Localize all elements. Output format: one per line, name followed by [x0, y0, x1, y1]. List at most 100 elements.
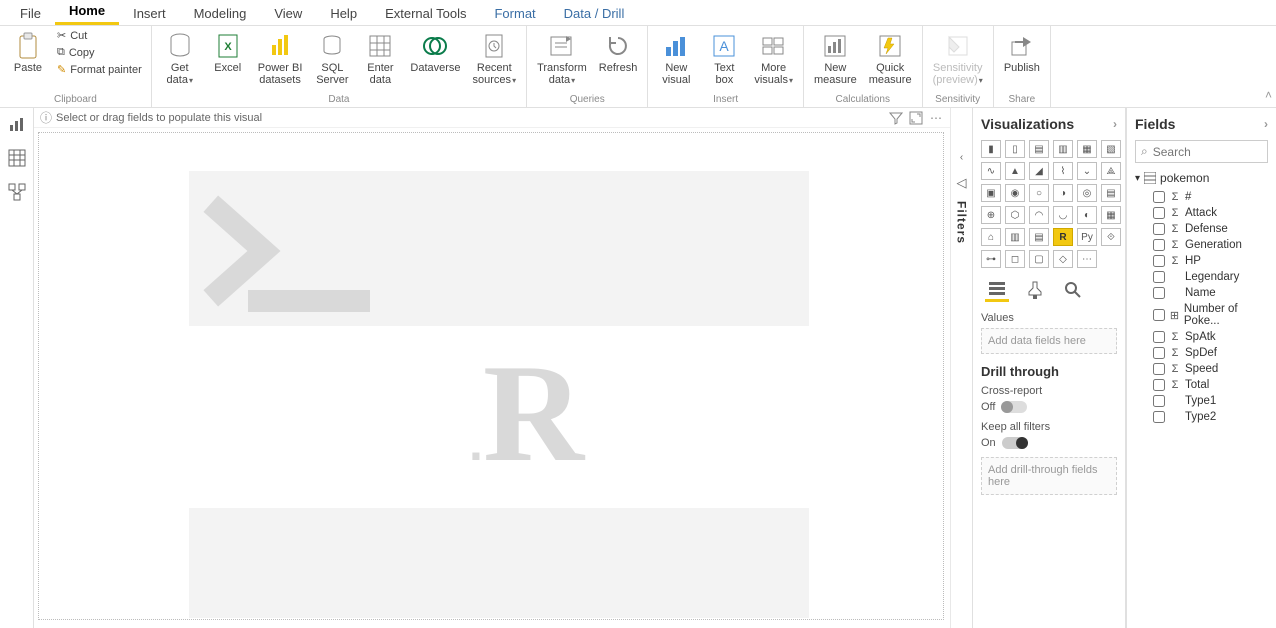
field-name[interactable]: Name	[1135, 285, 1268, 301]
field-checkbox[interactable]	[1153, 379, 1165, 391]
tab-modeling[interactable]: Modeling	[180, 2, 261, 25]
viz-type-27[interactable]: R	[1053, 228, 1073, 246]
viz-type-2[interactable]: ▤	[1029, 140, 1049, 158]
viz-type-28[interactable]: Py	[1077, 228, 1097, 246]
collapse-fields-icon[interactable]: ›	[1264, 117, 1268, 131]
field-generation[interactable]: ΣGeneration	[1135, 237, 1268, 253]
fields-search[interactable]: ⌕	[1135, 140, 1268, 163]
field-numberofpoke[interactable]: ⊞Number of Poke...	[1135, 301, 1268, 329]
fields-tab-icon[interactable]	[985, 278, 1009, 302]
more-visuals-button[interactable]: More visuals▾	[750, 28, 797, 89]
viz-type-21[interactable]: ◡	[1053, 206, 1073, 224]
data-view-icon[interactable]	[7, 148, 27, 168]
focus-mode-icon[interactable]	[908, 110, 924, 126]
quick-measure-button[interactable]: Quick measure	[865, 28, 916, 88]
report-view-icon[interactable]	[7, 114, 27, 134]
viz-type-17[interactable]: ▤	[1101, 184, 1121, 202]
filter-visual-icon[interactable]	[888, 110, 904, 126]
field-checkbox[interactable]	[1153, 271, 1165, 283]
text-box-button[interactable]: AText box	[702, 28, 746, 88]
cut-button[interactable]: ✂Cut	[54, 28, 145, 43]
viz-type-22[interactable]: ◐	[1077, 206, 1097, 224]
viz-type-8[interactable]: ◢	[1029, 162, 1049, 180]
viz-type-24[interactable]: ⌂	[981, 228, 1001, 246]
viz-type-16[interactable]: ◎	[1077, 184, 1097, 202]
field-speed[interactable]: ΣSpeed	[1135, 361, 1268, 377]
viz-type-31[interactable]: ◻	[1005, 250, 1025, 268]
viz-type-12[interactable]: ▣	[981, 184, 1001, 202]
viz-type-20[interactable]: ◠	[1029, 206, 1049, 224]
refresh-button[interactable]: Refresh	[595, 28, 642, 76]
field-type2[interactable]: Type2	[1135, 409, 1268, 425]
field-[interactable]: Σ#	[1135, 189, 1268, 205]
field-hp[interactable]: ΣHP	[1135, 253, 1268, 269]
field-checkbox[interactable]	[1153, 191, 1165, 203]
tab-data-drill[interactable]: Data / Drill	[550, 2, 639, 25]
format-painter-button[interactable]: ✎Format painter	[54, 62, 145, 77]
viz-type-15[interactable]: ◑	[1053, 184, 1073, 202]
field-defense[interactable]: ΣDefense	[1135, 221, 1268, 237]
paste-button[interactable]: Paste	[6, 28, 50, 76]
tab-file[interactable]: File	[6, 2, 55, 25]
tab-external-tools[interactable]: External Tools	[371, 2, 480, 25]
viz-type-9[interactable]: ⌇	[1053, 162, 1073, 180]
visual-container[interactable]: .R	[38, 132, 944, 620]
field-checkbox[interactable]	[1153, 207, 1165, 219]
new-measure-button[interactable]: New measure	[810, 28, 861, 88]
field-total[interactable]: ΣTotal	[1135, 377, 1268, 393]
filters-label[interactable]: Filters	[955, 201, 969, 244]
drill-through-dropzone[interactable]: Add drill-through fields here	[981, 457, 1117, 495]
pbi-datasets-button[interactable]: Power BI datasets	[254, 28, 307, 88]
values-dropzone[interactable]: Add data fields here	[981, 328, 1117, 354]
more-options-icon[interactable]: ⋯	[928, 110, 944, 126]
model-view-icon[interactable]	[7, 182, 27, 202]
keep-filters-toggle[interactable]	[1002, 437, 1028, 449]
fields-search-input[interactable]	[1153, 145, 1276, 159]
excel-button[interactable]: XExcel	[206, 28, 250, 76]
viz-type-34[interactable]: ⋯	[1077, 250, 1097, 268]
field-attack[interactable]: ΣAttack	[1135, 205, 1268, 221]
cross-report-toggle[interactable]	[1001, 401, 1027, 413]
viz-type-1[interactable]: ▯	[1005, 140, 1025, 158]
field-checkbox[interactable]	[1153, 223, 1165, 235]
field-checkbox[interactable]	[1153, 309, 1165, 321]
format-tab-icon[interactable]	[1023, 278, 1047, 302]
analytics-tab-icon[interactable]	[1061, 278, 1085, 302]
table-pokemon[interactable]: ▾ pokemon	[1135, 171, 1268, 185]
viz-type-13[interactable]: ◉	[1005, 184, 1025, 202]
transform-data-button[interactable]: Transform data▾	[533, 28, 591, 89]
viz-type-5[interactable]: ▧	[1101, 140, 1121, 158]
copy-button[interactable]: ⧉Copy	[54, 45, 145, 60]
field-checkbox[interactable]	[1153, 239, 1165, 251]
ribbon-collapse-icon[interactable]: ˄	[1265, 88, 1272, 102]
enter-data-button[interactable]: Enter data	[358, 28, 402, 88]
field-checkbox[interactable]	[1153, 411, 1165, 423]
viz-type-4[interactable]: ▦	[1077, 140, 1097, 158]
viz-type-25[interactable]: ▥	[1005, 228, 1025, 246]
recent-sources-button[interactable]: Recent sources▾	[469, 28, 521, 89]
publish-button[interactable]: Publish	[1000, 28, 1044, 76]
viz-type-33[interactable]: ◇	[1053, 250, 1073, 268]
field-checkbox[interactable]	[1153, 347, 1165, 359]
viz-type-14[interactable]: ○	[1029, 184, 1049, 202]
sql-server-button[interactable]: SQL Server	[310, 28, 354, 88]
viz-type-26[interactable]: ▤	[1029, 228, 1049, 246]
expand-filters-icon[interactable]: ‹	[960, 152, 963, 163]
viz-type-32[interactable]: ▢	[1029, 250, 1049, 268]
viz-type-10[interactable]: ⌄	[1077, 162, 1097, 180]
field-checkbox[interactable]	[1153, 363, 1165, 375]
viz-type-0[interactable]: ▮	[981, 140, 1001, 158]
field-spdef[interactable]: ΣSpDef	[1135, 345, 1268, 361]
viz-type-19[interactable]: ⬡	[1005, 206, 1025, 224]
viz-type-23[interactable]: ▦	[1101, 206, 1121, 224]
field-legendary[interactable]: Legendary	[1135, 269, 1268, 285]
get-data-button[interactable]: Get data▾	[158, 28, 202, 89]
viz-type-18[interactable]: ⊕	[981, 206, 1001, 224]
viz-type-29[interactable]: ⟐	[1101, 228, 1121, 246]
viz-type-7[interactable]: ▲	[1005, 162, 1025, 180]
tab-insert[interactable]: Insert	[119, 2, 180, 25]
field-checkbox[interactable]	[1153, 287, 1165, 299]
viz-type-3[interactable]: ▥	[1053, 140, 1073, 158]
field-type1[interactable]: Type1	[1135, 393, 1268, 409]
viz-type-11[interactable]: ⟁	[1101, 162, 1121, 180]
